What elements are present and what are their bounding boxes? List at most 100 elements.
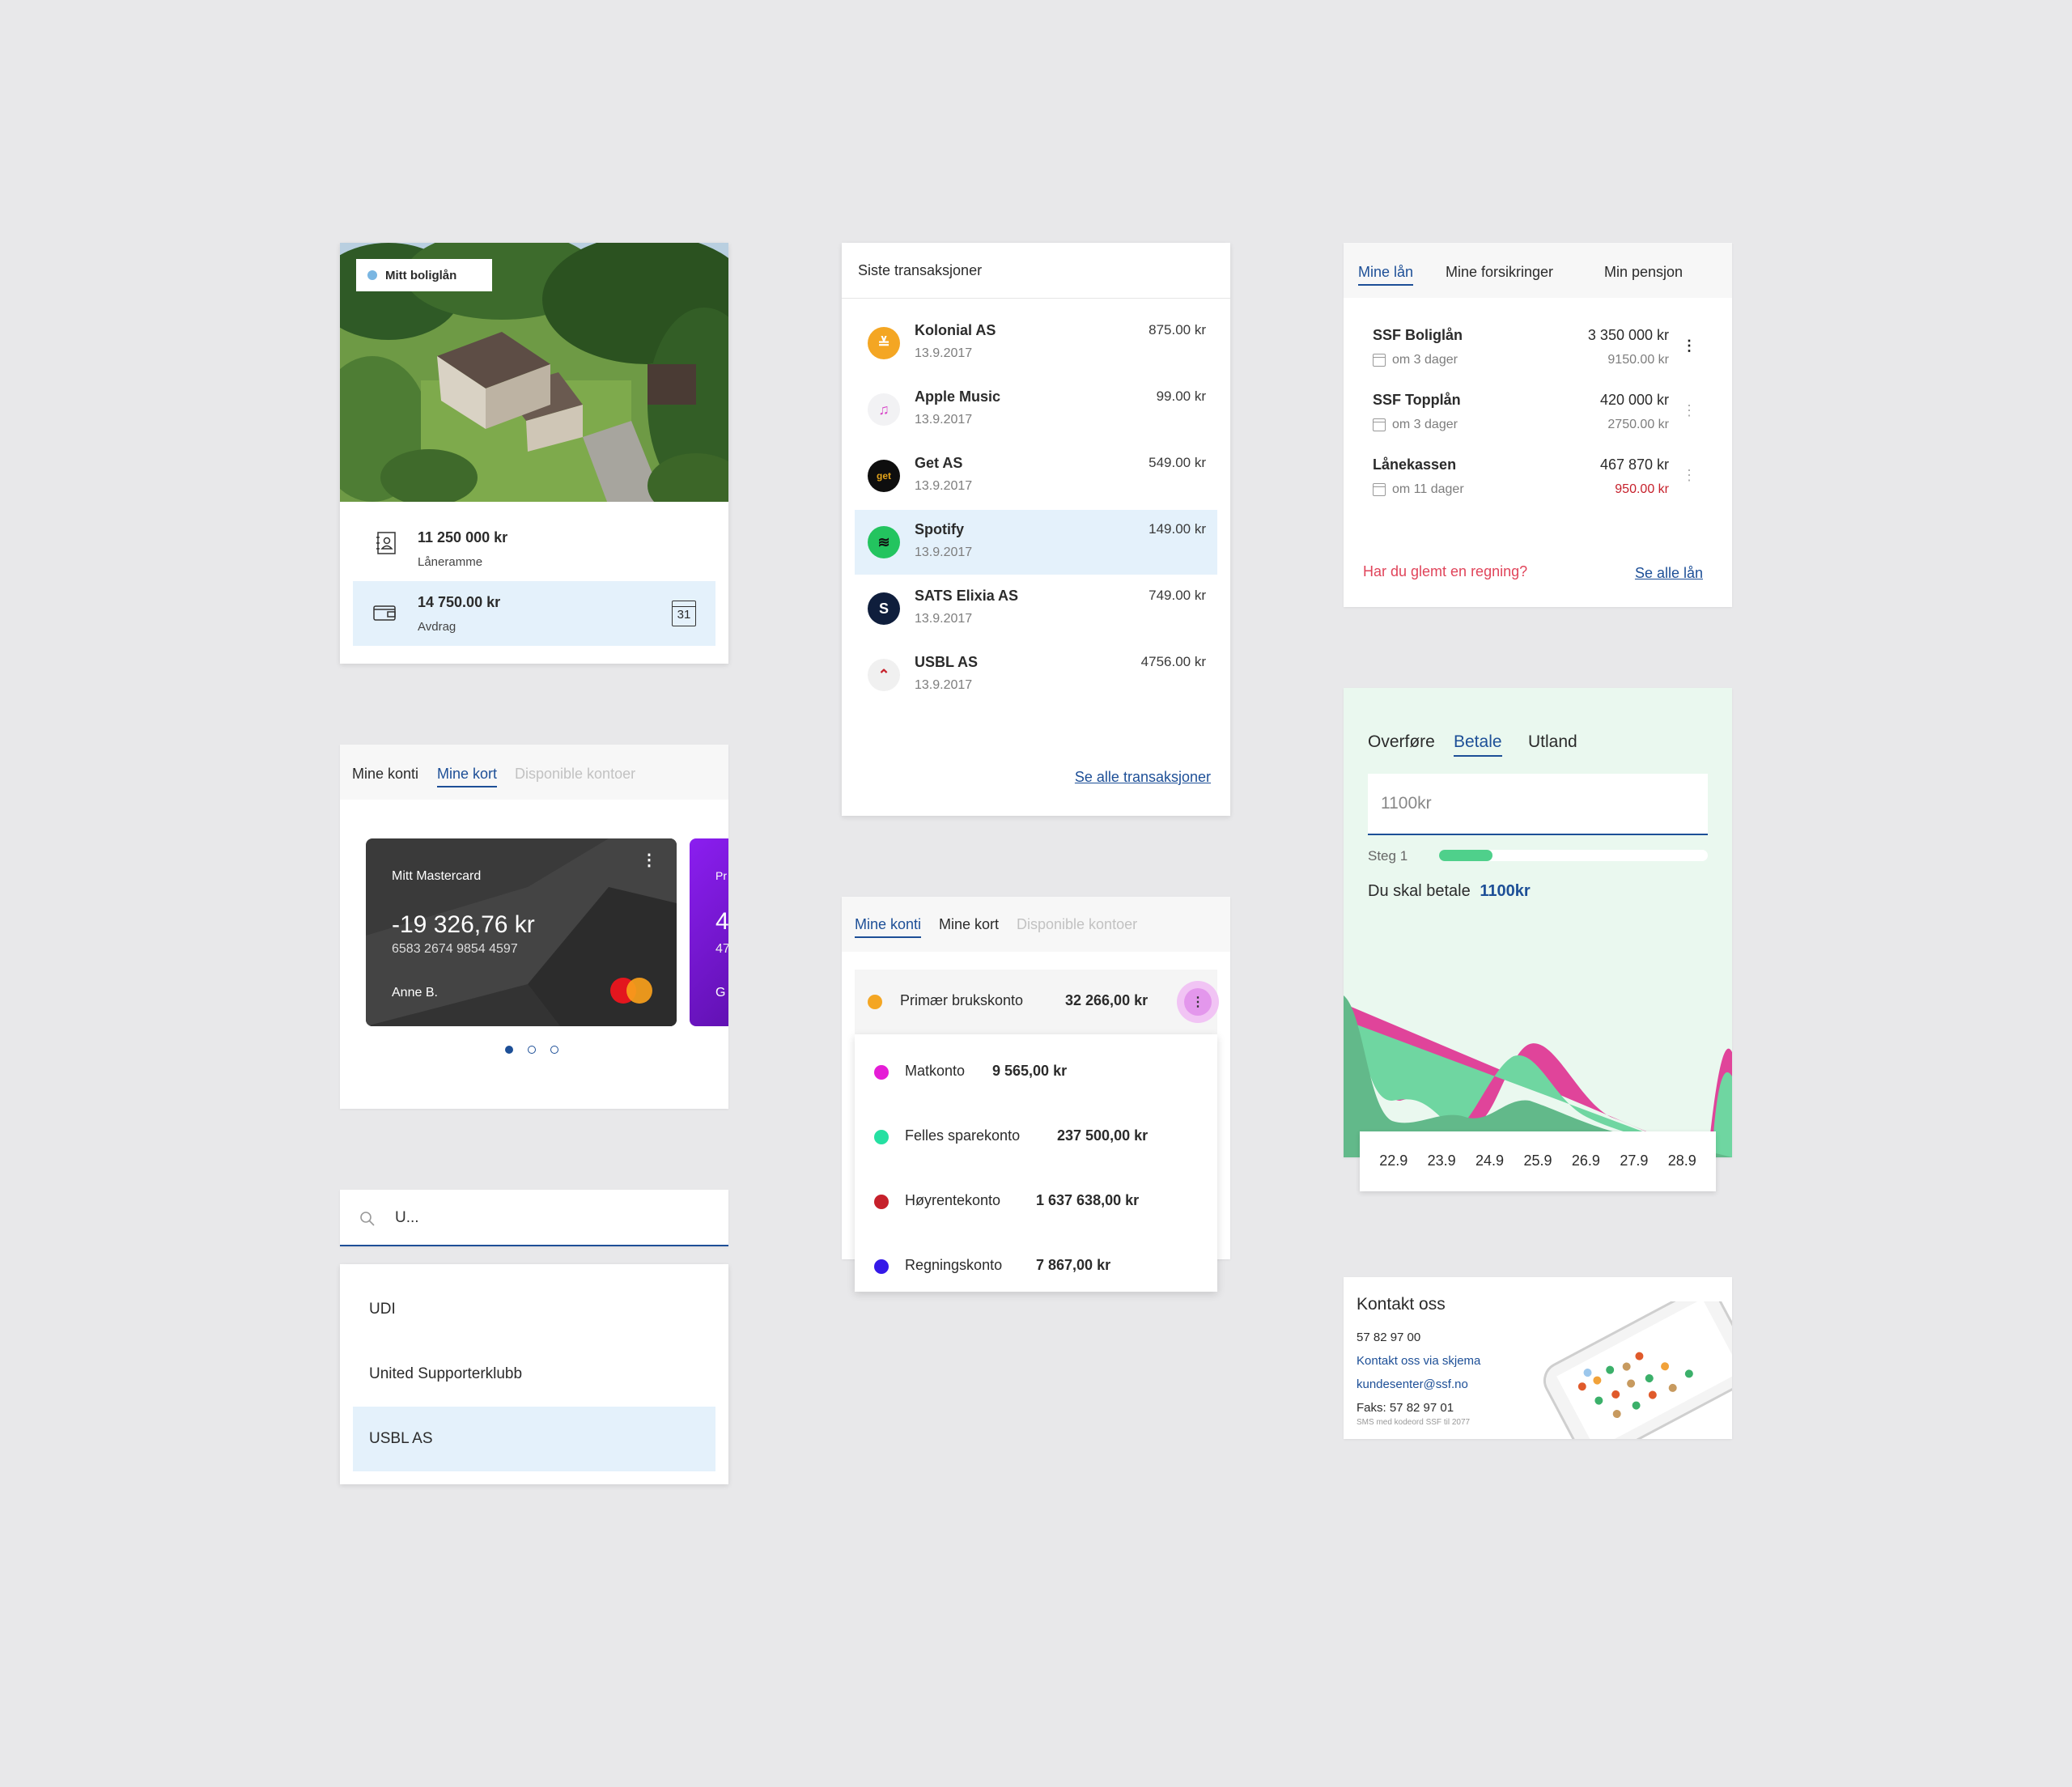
contact-sms: SMS med kodeord SSF til 2077: [1357, 1418, 1471, 1427]
contact-form-link[interactable]: Kontakt oss via skjema: [1357, 1354, 1480, 1368]
account-color-dot: [874, 1195, 889, 1209]
more-vertical-icon[interactable]: ⋮: [1682, 468, 1696, 482]
tab-min-pensjon[interactable]: Min pensjon: [1604, 264, 1683, 281]
cards-tabbar: Mine konti Mine kort Disponible kontoer: [340, 745, 728, 800]
search-result[interactable]: United Supporterklubb: [353, 1342, 715, 1407]
tab-betale[interactable]: Betale: [1454, 732, 1502, 757]
search-result-selected[interactable]: USBL AS: [353, 1407, 715, 1471]
payment-card: Overføre Betale Utland Steg 1 Du skal be…: [1344, 688, 1732, 1191]
contact-email-link[interactable]: kundesenter@ssf.no: [1357, 1377, 1468, 1391]
transaction-amount: 4756.00 kr: [1140, 654, 1206, 669]
pay-summary: Du skal betale 1100kr: [1368, 882, 1531, 901]
phone-mockup-image: [1543, 1301, 1732, 1439]
transaction-date: 13.9.2017: [915, 413, 973, 427]
installment-row[interactable]: 14 750.00 kr Avdrag 31: [353, 581, 715, 646]
calendar-icon: [1373, 483, 1386, 496]
search-result[interactable]: UDI: [353, 1277, 715, 1342]
chart-date-label: 22.9: [1379, 1152, 1408, 1169]
loan-amount: 3 350 000 kr: [1587, 327, 1669, 343]
account-row[interactable]: Felles sparekonto 237 500,00 kr: [855, 1099, 1217, 1164]
pager-dot-active[interactable]: [505, 1046, 513, 1054]
tab-mine-konti[interactable]: Mine konti: [855, 916, 922, 938]
more-vertical-icon[interactable]: ⋮: [1682, 403, 1696, 418]
mastercard-card[interactable]: Mitt Mastercard ⋮ -19 326,76 kr 6583 267…: [366, 838, 677, 1026]
installment-label: Avdrag: [418, 620, 456, 634]
more-vertical-icon[interactable]: ⋮: [1177, 981, 1219, 1023]
tab-mine-kort[interactable]: Mine kort: [437, 766, 498, 787]
transaction-row[interactable]: ≚ Kolonial AS 13.9.2017 875.00 kr: [855, 311, 1217, 376]
transaction-amount: 875.00 kr: [1149, 322, 1206, 337]
tab-mine-kort[interactable]: Mine kort: [939, 916, 999, 933]
peek-card[interactable]: Pr 4 47 G: [690, 838, 728, 1026]
account-color-dot: [874, 1259, 889, 1274]
search-bar: [340, 1190, 728, 1246]
transaction-row[interactable]: ⌃ USBL AS 13.9.2017 4756.00 kr: [855, 643, 1217, 707]
tab-utland[interactable]: Utland: [1528, 732, 1577, 752]
loan-due: om 3 dager: [1373, 353, 1458, 367]
tab-overfore[interactable]: Overføre: [1368, 732, 1435, 752]
account-row[interactable]: Høyrentekonto 1 637 638,00 kr: [855, 1164, 1217, 1229]
transaction-row[interactable]: S SATS Elixia AS 13.9.2017 749.00 kr: [855, 576, 1217, 641]
pager-dot[interactable]: [528, 1046, 536, 1054]
frame-row: 11 250 000 kr Låneramme: [340, 502, 728, 581]
installment-amount: 14 750.00 kr: [418, 594, 501, 610]
primary-account-row[interactable]: Primær brukskonto 32 266,00 kr ⋮: [855, 970, 1219, 1034]
account-name: Primær brukskonto: [900, 992, 1024, 1008]
pay-text: Du skal betale: [1368, 882, 1471, 900]
card-name: Mitt Mastercard: [392, 869, 482, 883]
account-amount: 1 637 638,00 kr: [1036, 1192, 1140, 1208]
peek-card-number: 47: [715, 942, 728, 956]
carousel-pager: [502, 1044, 567, 1055]
transaction-amount: 99.00 kr: [1156, 388, 1206, 404]
see-all-transactions-link[interactable]: Se alle transaksjoner: [1075, 769, 1211, 786]
loan-name[interactable]: SSF Boliglån: [1373, 327, 1463, 344]
loan-payment: 9150.00 kr: [1607, 353, 1669, 367]
pay-amount: 1100kr: [1480, 882, 1531, 900]
transaction-name: USBL AS: [915, 654, 979, 670]
search-input[interactable]: [395, 1204, 703, 1232]
amount-input[interactable]: [1368, 774, 1708, 835]
calendar-icon: [1373, 418, 1386, 431]
contact-phone[interactable]: 57 82 97 00: [1357, 1331, 1420, 1344]
card-holder: Anne B.: [392, 986, 438, 1000]
transaction-date: 13.9.2017: [915, 479, 973, 493]
search-results: UDI United Supporterklubb USBL AS: [340, 1264, 728, 1484]
see-all-loans-link[interactable]: Se alle lån: [1635, 565, 1703, 582]
tab-mine-konti[interactable]: Mine konti: [352, 766, 418, 783]
kolonial-logo-icon: ≚: [868, 327, 900, 359]
loan-name[interactable]: SSF Topplån: [1373, 392, 1461, 409]
loan-name[interactable]: Lånekassen: [1373, 456, 1456, 473]
tab-mine-lan[interactable]: Mine lån: [1358, 264, 1414, 286]
account-name: Matkonto: [905, 1063, 966, 1079]
card-carousel: Mitt Mastercard ⋮ -19 326,76 kr 6583 267…: [340, 800, 728, 1109]
calendar-icon[interactable]: 31: [672, 601, 696, 626]
frame-amount: 11 250 000 kr: [418, 529, 508, 545]
divider: [842, 298, 1230, 299]
transaction-row[interactable]: ♫ Apple Music 13.9.2017 99.00 kr: [855, 377, 1217, 442]
tab-disponible-kontoer[interactable]: Disponible kontoer: [1017, 916, 1137, 933]
account-amount: 9 565,00 kr: [992, 1063, 1068, 1079]
tab-disponible-kontoer[interactable]: Disponible kontoer: [515, 766, 635, 783]
account-row[interactable]: Matkonto 9 565,00 kr: [855, 1034, 1217, 1099]
transaction-row[interactable]: get Get AS 13.9.2017 549.00 kr: [855, 444, 1217, 508]
account-amount: 7 867,00 kr: [1036, 1257, 1111, 1273]
transaction-row[interactable]: ≋ Spotify 13.9.2017 149.00 kr: [855, 510, 1217, 575]
forgot-bill-link[interactable]: Har du glemt en regning?: [1363, 563, 1527, 580]
progress-fill: [1439, 850, 1493, 861]
sats-logo-icon: S: [868, 592, 900, 625]
transaction-name: Apple Music: [915, 388, 1001, 405]
chart-date-label: 25.9: [1523, 1152, 1552, 1169]
contact-book-icon: [376, 532, 396, 554]
chart-dates: 22.9 23.9 24.9 25.9 26.9 27.9 28.9: [1360, 1131, 1716, 1191]
tab-mine-forsikringer[interactable]: Mine forsikringer: [1446, 264, 1553, 281]
contact-card: Kontakt oss 57 82 97 00 Kontakt oss via …: [1344, 1277, 1732, 1439]
progress-track: [1439, 850, 1708, 861]
contact-fax: Faks: 57 82 97 01: [1357, 1401, 1454, 1415]
mortgage-tag: Mitt boliglån: [356, 259, 492, 291]
more-vertical-icon[interactable]: ⋮: [641, 850, 657, 870]
account-row[interactable]: Regningskonto 7 867,00 kr: [855, 1229, 1217, 1293]
pager-dot[interactable]: [550, 1046, 558, 1054]
more-vertical-icon[interactable]: ⋮: [1682, 338, 1696, 353]
account-name: Felles sparekonto: [905, 1127, 1021, 1144]
loan-payment-overdue: 950.00 kr: [1615, 482, 1669, 496]
